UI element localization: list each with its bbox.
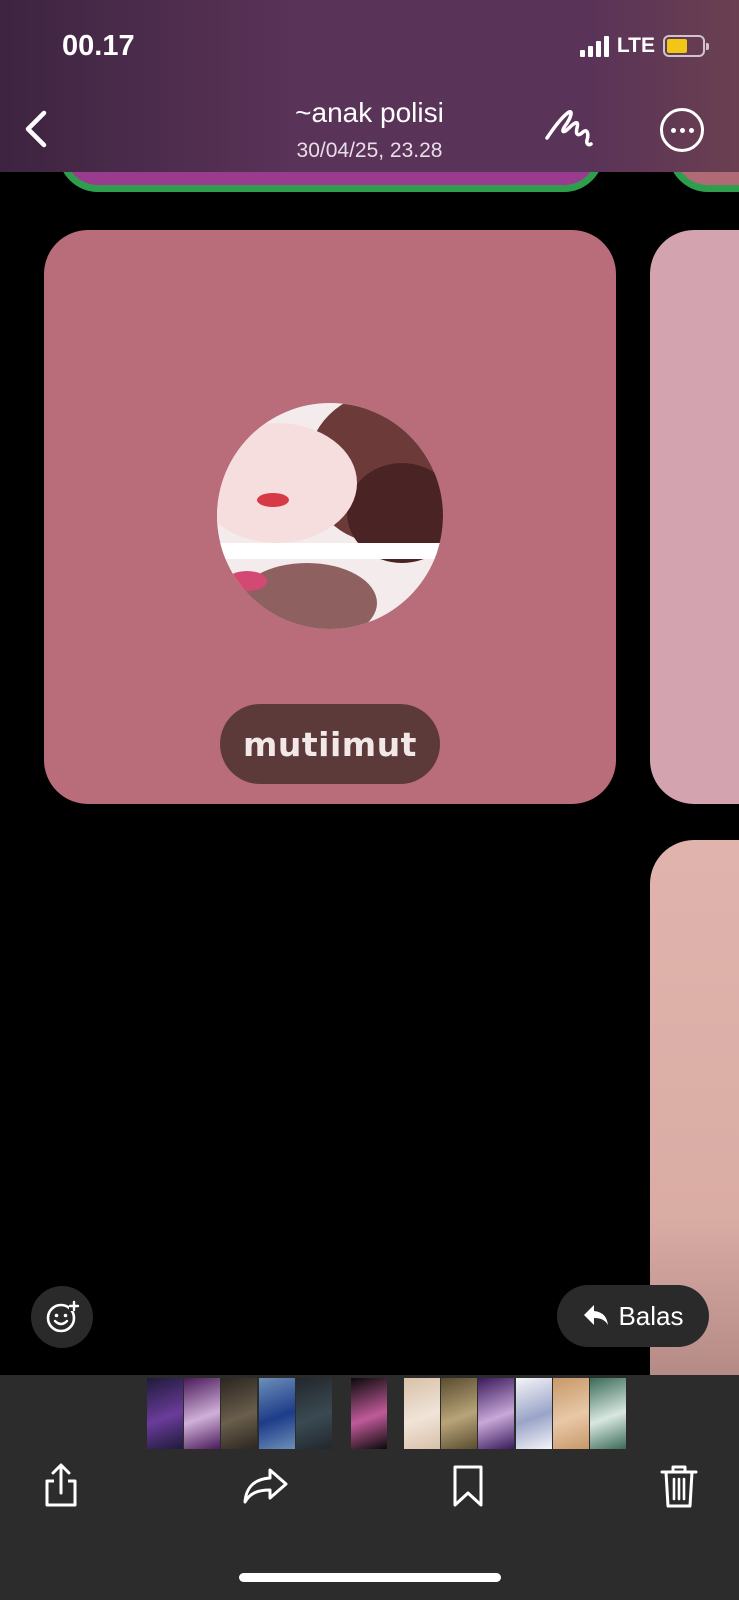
thumbnail[interactable] bbox=[351, 1378, 387, 1449]
signal-icon bbox=[579, 35, 609, 57]
battery-icon bbox=[663, 35, 709, 57]
thumbnail[interactable] bbox=[147, 1378, 183, 1449]
thumbnail-strip[interactable] bbox=[0, 1378, 739, 1449]
share-button[interactable] bbox=[33, 1458, 89, 1514]
thumbnail[interactable] bbox=[259, 1378, 295, 1449]
delete-button[interactable] bbox=[651, 1458, 707, 1514]
status-time: 00.17 bbox=[62, 30, 135, 62]
thumbnail[interactable] bbox=[441, 1378, 477, 1449]
avatar bbox=[217, 403, 443, 629]
share-icon bbox=[45, 1463, 77, 1507]
react-button[interactable] bbox=[31, 1286, 93, 1348]
header: 00.17 LTE ~anak polisi 30/04/25, 23.28 bbox=[0, 0, 739, 172]
chat-title: ~anak polisi bbox=[295, 97, 444, 128]
thumbnail[interactable] bbox=[590, 1378, 626, 1449]
ellipsis-circle-icon bbox=[670, 127, 676, 133]
thumbnail[interactable] bbox=[221, 1378, 257, 1449]
thumbnail[interactable] bbox=[184, 1378, 220, 1449]
thumbnail[interactable] bbox=[404, 1378, 440, 1449]
network-type: LTE bbox=[616, 34, 655, 57]
trash-icon bbox=[660, 1465, 698, 1508]
thumbnail[interactable] bbox=[296, 1378, 332, 1449]
forward-icon bbox=[243, 1468, 288, 1504]
bookmark-icon bbox=[453, 1465, 483, 1507]
bottom-toolbar bbox=[0, 1375, 739, 1600]
profile-name: mutiimut bbox=[220, 704, 440, 784]
profile-card: mutiimut bbox=[44, 230, 616, 804]
photo-viewer[interactable]: mutiimut bbox=[0, 0, 739, 1375]
thumbnail[interactable] bbox=[478, 1378, 514, 1449]
markup-button[interactable] bbox=[543, 104, 595, 154]
bookmark-button[interactable] bbox=[440, 1458, 496, 1514]
thumbnail[interactable] bbox=[516, 1378, 552, 1449]
profile-card-right bbox=[650, 230, 739, 804]
chat-date: 30/04/25, 23.28 bbox=[296, 139, 443, 162]
emoji-add-icon bbox=[46, 1300, 80, 1333]
markup-scribble-icon bbox=[545, 109, 593, 147]
more-button[interactable] bbox=[660, 108, 704, 152]
status-indicators: LTE bbox=[579, 34, 709, 58]
thumbnail[interactable] bbox=[553, 1378, 589, 1449]
reply-button[interactable]: Balas bbox=[557, 1285, 709, 1347]
reply-label: Balas bbox=[618, 1300, 684, 1331]
forward-button[interactable] bbox=[238, 1458, 294, 1514]
home-indicator[interactable] bbox=[239, 1573, 501, 1582]
reply-arrow-icon bbox=[584, 1305, 609, 1325]
